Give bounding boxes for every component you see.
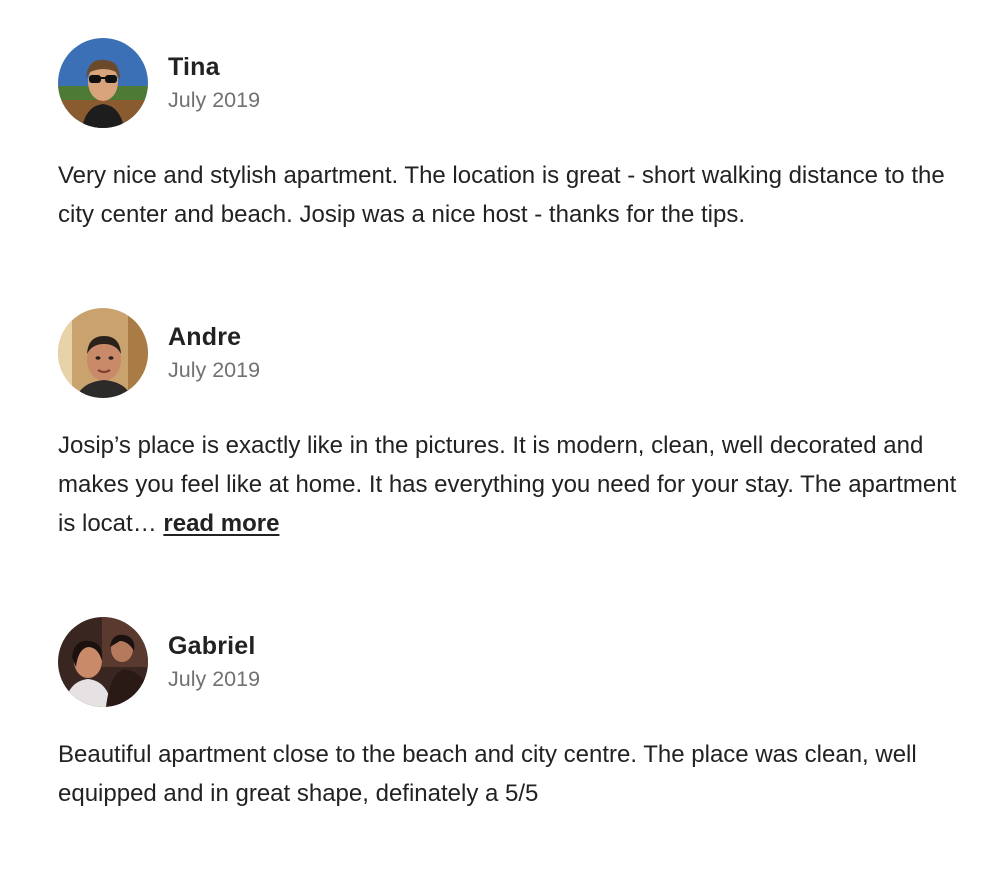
review-item: Gabriel July 2019 Beautiful apartment cl… bbox=[58, 617, 978, 813]
review-header: Andre July 2019 bbox=[58, 308, 978, 398]
review-text: Beautiful apartment close to the beach a… bbox=[58, 735, 978, 813]
reviewer-name: Gabriel bbox=[168, 632, 256, 660]
reviewer-name: Tina bbox=[168, 53, 220, 81]
reviewer-name: Andre bbox=[168, 323, 242, 351]
review-item: Tina July 2019 Very nice and stylish apa… bbox=[58, 38, 978, 234]
review-date: July 2019 bbox=[168, 667, 261, 691]
review-date: July 2019 bbox=[168, 88, 261, 112]
avatar[interactable] bbox=[58, 38, 148, 128]
review-date: July 2019 bbox=[168, 358, 261, 382]
review-header: Tina July 2019 bbox=[58, 38, 978, 128]
review-header: Gabriel July 2019 bbox=[58, 617, 978, 707]
read-more-link[interactable]: read more bbox=[163, 510, 279, 537]
review-text: Josip’s place is exactly like in the pic… bbox=[58, 426, 978, 543]
review-text: Very nice and stylish apartment. The loc… bbox=[58, 156, 978, 234]
avatar[interactable] bbox=[58, 617, 148, 707]
review-body: Beautiful apartment close to the beach a… bbox=[58, 741, 917, 807]
review-body: Very nice and stylish apartment. The loc… bbox=[58, 162, 945, 228]
avatar[interactable] bbox=[58, 308, 148, 398]
review-item: Andre July 2019 Josip’s place is exactly… bbox=[58, 308, 978, 543]
